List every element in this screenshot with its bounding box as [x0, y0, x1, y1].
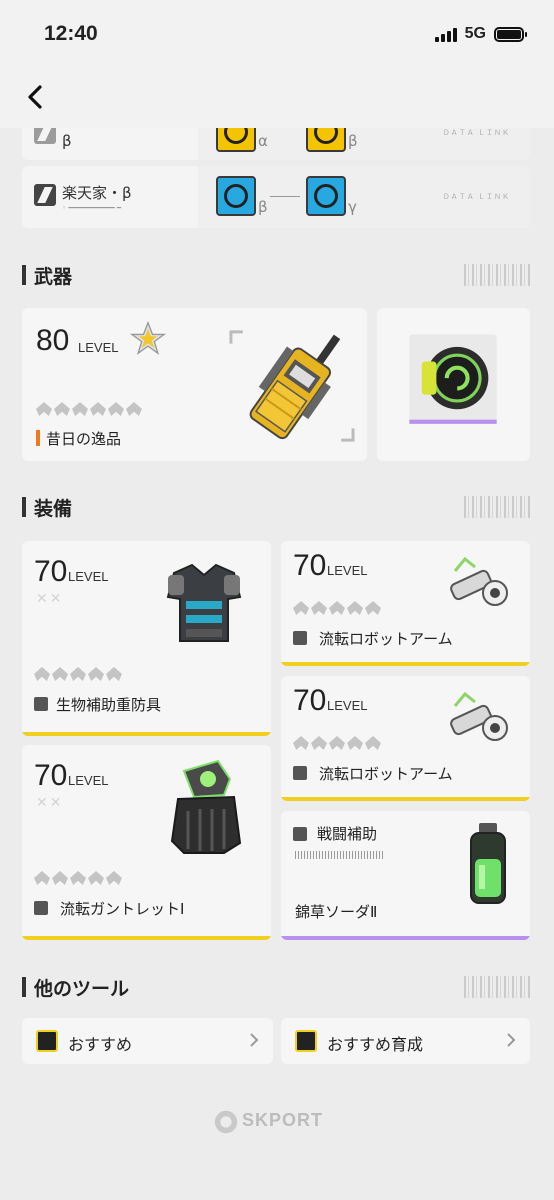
rarity-marker: [36, 430, 40, 446]
operator-name: 楽天家・β: [62, 184, 132, 202]
skill-icon[interactable]: [306, 128, 346, 152]
upgrade-stars: [34, 667, 122, 681]
chevron-right-icon: [507, 1033, 516, 1047]
equipment-level: 70: [293, 684, 327, 717]
recommended-button-label: おすすめ: [68, 1035, 133, 1054]
equipment-name: 流転ガントレットⅠ: [60, 900, 185, 918]
level-label: LEVEL: [327, 563, 368, 578]
level-label: LEVEL: [68, 569, 109, 584]
chevron-right-icon: [250, 1033, 259, 1047]
status-bar: 12:40 5G: [0, 0, 554, 70]
level-label: LEVEL: [68, 773, 109, 788]
operator-row[interactable]: β α β ＤＡＴＡ ＬＩＮＫ: [22, 128, 530, 160]
operator-class-icon: [34, 128, 56, 144]
empty-slot-marks: ✕✕: [36, 591, 64, 607]
equipment-card-arm[interactable]: 70 LEVEL 流転ロボットアーム: [281, 541, 530, 666]
rarity-bar: [22, 936, 271, 940]
recommend-icon: [36, 1030, 58, 1052]
equipment-card-armor[interactable]: 70 LEVEL ✕✕ 生物補助重防具: [22, 541, 271, 736]
robot-arm-image: [450, 556, 508, 606]
arm-type-icon: [293, 631, 307, 645]
combat-support-icon: [293, 827, 307, 841]
recommended-training-button-label: おすすめ育成: [327, 1035, 424, 1054]
decorative-text: ＤＡＴＡ ＬＩＮＫ: [442, 193, 510, 201]
operator-name: β: [62, 132, 72, 150]
skill-icon[interactable]: [216, 128, 256, 152]
equipment-name: 錦草ソーダⅡ: [295, 903, 378, 921]
footer-logo-text: SKPORT: [242, 1110, 324, 1130]
recommended-button[interactable]: おすすめ: [22, 1018, 273, 1064]
logo-mark-icon: [214, 1110, 238, 1134]
signal-icon: [434, 26, 457, 42]
heavy-armor-image: [166, 563, 242, 642]
network-type: 5G: [464, 25, 486, 42]
status-icons: 5G: [434, 25, 527, 43]
section-title-tools: 他のツール: [22, 974, 129, 1001]
rarity-bar: [281, 662, 530, 666]
skill-grade: β: [258, 198, 268, 216]
upgrade-stars: [36, 402, 142, 416]
arm-type-icon: [293, 766, 307, 780]
footer-logo: SKPORT: [212, 1108, 342, 1138]
rank-star-icon: [130, 320, 166, 356]
status-time: 12:40: [44, 22, 98, 45]
training-icon: [295, 1030, 317, 1052]
skill-icon[interactable]: [216, 176, 256, 216]
weapon-name: 昔日の逸品: [46, 430, 122, 448]
upgrade-stars: [293, 601, 381, 615]
section-title-weapon: 武器: [22, 262, 72, 289]
top-bar: [0, 70, 554, 128]
equipment-name: 生物補助重防具: [56, 696, 162, 714]
recommended-training-button[interactable]: おすすめ育成: [281, 1018, 530, 1064]
empty-slot-marks: ✕✕: [36, 795, 64, 811]
operator-row[interactable]: 楽天家・β ◦ ━━━━━━━━━━━ ━ β γ ＤＡＴＡ ＬＩＮＫ: [22, 166, 530, 228]
equipment-level: 70: [34, 759, 68, 792]
equipment-name: 流転ロボットアーム: [319, 765, 453, 783]
section-title-equipment: 装備: [22, 494, 72, 521]
equipment-level: 70: [34, 555, 68, 588]
barcode-decoration: [464, 976, 532, 998]
soda-bottle-image: [470, 823, 506, 904]
level-label: LEVEL: [78, 340, 119, 355]
skill-grade: γ: [348, 198, 357, 216]
equipment-card-gauntlet[interactable]: 70 LEVEL ✕✕ 流転ガントレットⅠ: [22, 745, 271, 940]
attachment-module-image: [409, 334, 497, 424]
decorative-text: ＤＡＴＡ ＬＩＮＫ: [442, 129, 510, 137]
skill-grade: β: [348, 132, 358, 150]
scroll-content[interactable]: β α β ＤＡＴＡ ＬＩＮＫ 楽天家・β ◦ ━━━━━━━━━━━ ━ β …: [0, 128, 554, 1200]
weapon-attachment-card[interactable]: [377, 308, 530, 461]
rarity-bar: [22, 732, 271, 736]
gauntlet-image: [170, 759, 242, 854]
robot-arm-image: [450, 691, 508, 741]
skill-icon[interactable]: [306, 176, 346, 216]
barcode-decoration: [464, 496, 532, 518]
operator-subtext: ◦ ━━━━━━━━━━━ ━: [62, 204, 122, 212]
chainsaw-weapon-image: [229, 330, 355, 442]
weapon-level: 80: [36, 324, 70, 357]
battery-icon: [494, 26, 527, 42]
skill-grade: α: [258, 132, 268, 150]
level-label: LEVEL: [327, 698, 368, 713]
operator-class-icon: [34, 184, 56, 206]
upgrade-stars: [293, 736, 381, 750]
barcode-decoration: [464, 264, 532, 286]
equipment-card-arm[interactable]: 70 LEVEL 流転ロボットアーム: [281, 676, 530, 801]
rarity-bar: [281, 936, 530, 940]
armor-type-icon: [34, 697, 48, 711]
barcode-decoration: [295, 851, 383, 859]
equipment-category: 戦闘補助: [317, 825, 378, 843]
rarity-bar: [281, 797, 530, 801]
back-chevron-icon[interactable]: [22, 82, 52, 112]
equipment-level: 70: [293, 549, 327, 582]
equipment-card-consumable[interactable]: 戦闘補助 錦草ソーダⅡ: [281, 811, 530, 940]
weapon-card[interactable]: 80 LEVEL 昔日の逸品: [22, 308, 367, 461]
equipment-name: 流転ロボットアーム: [319, 630, 453, 648]
upgrade-stars: [34, 871, 122, 885]
gauntlet-type-icon: [34, 901, 48, 915]
